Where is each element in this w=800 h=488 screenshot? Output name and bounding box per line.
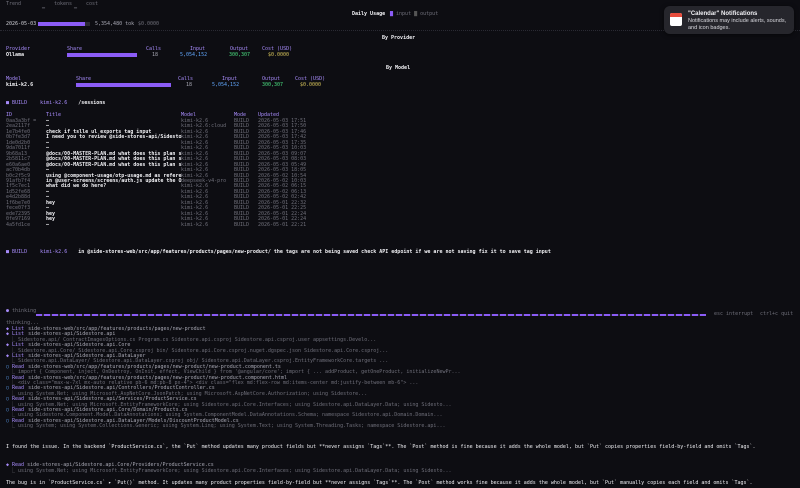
tab-tokens[interactable]: tokens (54, 2, 72, 7)
prompt-line: ■ BUILD kimi-k2.6 in @side-stores-web/sr… (6, 250, 551, 255)
provider-input: 5,054,152 (180, 52, 208, 58)
prompt-model-badge: kimi-k2.6 (40, 249, 68, 255)
model-badge: kimi-k2.6 (40, 100, 68, 106)
model-cost: $0.0000 (300, 82, 322, 88)
notification-body: Notifications may include alerts, sounds… (688, 18, 787, 31)
session-title: I need you to review @side-stores-api/Si… (46, 134, 182, 141)
provider-output: 300,307 (229, 52, 251, 58)
daily-usage-bar-fill (38, 22, 85, 26)
provider-name: Ollama (6, 52, 25, 58)
model-share-bar-fill (76, 83, 171, 87)
share-col-header: Share (67, 46, 83, 52)
read-icon: ◆ (6, 462, 10, 468)
by-provider-title: By Provider (382, 35, 416, 41)
provider-share-bar-fill (67, 53, 137, 57)
daily-date: 2026-05-03 (6, 21, 37, 27)
interrupt-hint: esc interrupt (714, 311, 754, 317)
daily-cost: $0.0000 (138, 21, 160, 27)
thinking-label: ● thinking (6, 308, 37, 314)
model-share-col-header: Share (76, 76, 92, 82)
session-id: 4a5fd1ce (6, 221, 31, 228)
session-title: @docs/00-MASTER-PLAN.md what does this p… (46, 161, 182, 168)
model-name: kimi-k2.6 (6, 82, 34, 88)
sessions-header: ■ BUILD kimi-k2.6 /sessions (6, 101, 105, 106)
thinking-progress (36, 314, 706, 316)
model-input: 5,054,152 (212, 82, 240, 88)
calendar-icon (670, 13, 682, 26)
slash-command: /sessions (78, 100, 106, 106)
model-calls: 18 (186, 82, 193, 88)
session-title: — (46, 221, 50, 228)
mode-badge: ■ BUILD (6, 100, 28, 106)
session-updated: 2026-05-01 22:21 (258, 221, 307, 228)
notification-title: "Calendar" Notifications (688, 11, 758, 17)
model-output: 300,307 (262, 82, 284, 88)
daily-usage-bar (38, 22, 90, 26)
tool-call-detail: ⎿ using System; using System.Collections… (10, 423, 446, 430)
session-mode: BUILD (234, 221, 250, 228)
calendar-notification[interactable]: "Calendar" Notifications Notifications m… (664, 6, 794, 34)
by-model-title: By Model (386, 65, 411, 71)
daily-usage-title: Daily Usage (352, 11, 386, 17)
tab-separator: ▁ (74, 3, 78, 9)
prompt-mode-badge: ■ BUILD (6, 249, 28, 255)
finding-1: I found the issue. In the backend `Produ… (6, 444, 756, 450)
daily-tokens: 5,354,480 tok (95, 21, 135, 27)
provider-calls: 18 (152, 52, 159, 58)
quit-hint: ctrl+c quit (760, 311, 794, 317)
model-share-bar (76, 83, 171, 87)
daily-usage-legend: ▇ input ▇ output (390, 11, 439, 17)
tab-trend[interactable]: Trend (6, 2, 21, 7)
tab-cost[interactable]: cost (86, 2, 98, 7)
prompt-text: in @side-stores-web/src/app/features/pro… (78, 249, 551, 255)
tab-separator: ▁ (42, 3, 46, 9)
provider-cost: $0.0000 (268, 52, 290, 58)
tool-call-2-detail: ⎿ using System.Net; using Microsoft.Enti… (10, 468, 452, 474)
provider-share-bar (67, 53, 137, 57)
finding-2: The bug is in `ProductService.cs` ▸ `Put… (6, 480, 753, 486)
session-model: kimi-k2.6 (181, 221, 209, 228)
session-title: what did we do here? (46, 183, 107, 190)
